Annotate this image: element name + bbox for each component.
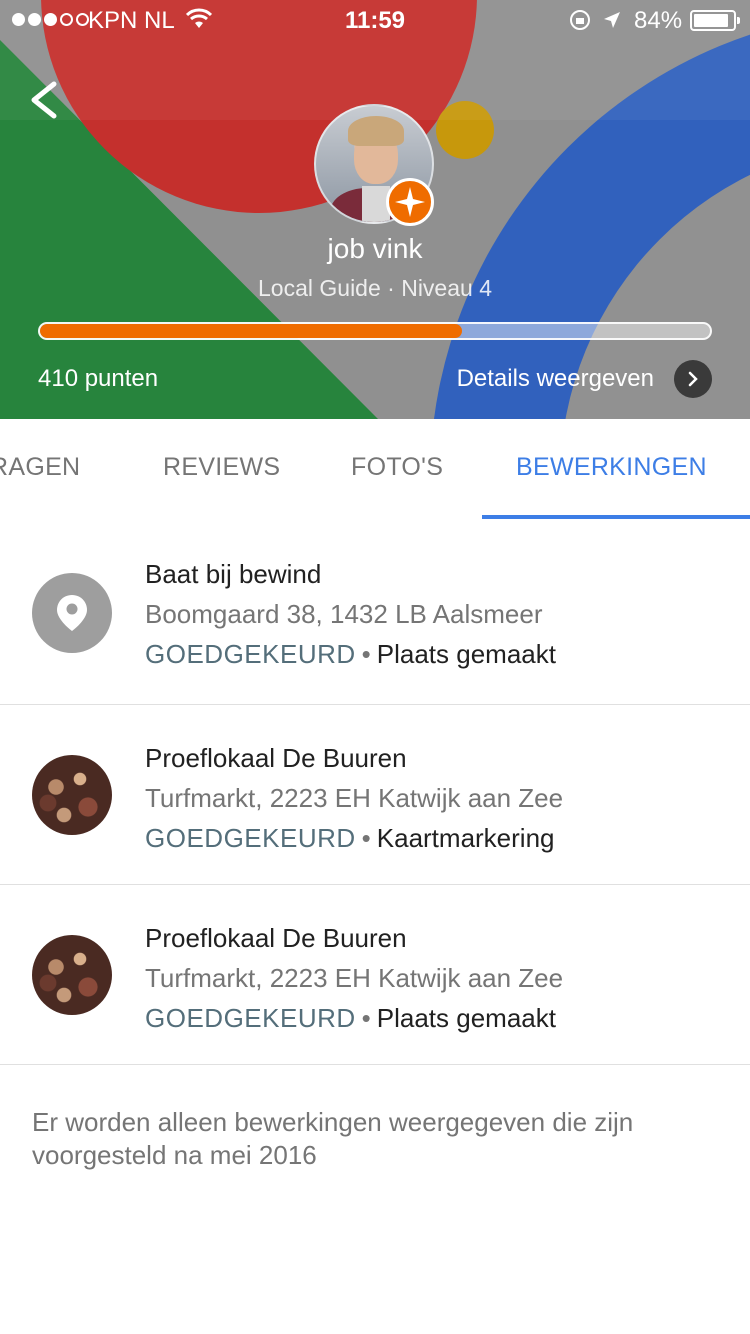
user-name: job vink <box>327 233 423 264</box>
place-photo-thumbnail <box>32 935 112 1015</box>
edit-address: Turfmarkt, 2223 EH Katwijk aan Zee <box>145 783 564 813</box>
local-guide-badge-icon <box>386 178 434 226</box>
battery-fill <box>694 14 728 27</box>
user-level: Local Guide · Niveau 4 <box>258 275 492 301</box>
level-progress-bar <box>38 322 712 340</box>
edit-address: Turfmarkt, 2223 EH Katwijk aan Zee <box>145 963 564 993</box>
level-progress-fill <box>40 324 463 338</box>
edit-status-line: GOEDGEKEURD • Plaats gemaakt <box>145 639 556 670</box>
list-item[interactable]: Baat bij bewind Boomgaard 38, 1432 LB Aa… <box>0 519 750 705</box>
separator-dot: • <box>361 823 371 853</box>
list-item[interactable]: Proeflokaal De Buuren Turfmarkt, 2223 EH… <box>0 705 750 885</box>
edit-status-line: GOEDGEKEURD • Plaats gemaakt <box>145 1003 556 1034</box>
back-button[interactable] <box>22 72 72 128</box>
tab-reviews[interactable]: REVIEWS <box>163 453 280 482</box>
edit-title: Proeflokaal De Buuren <box>145 743 407 773</box>
location-services-icon <box>604 12 620 28</box>
tab-vragen[interactable]: RAGEN <box>0 453 80 482</box>
points-count: 410 punten <box>38 365 159 392</box>
tab-fotos[interactable]: FOTO'S <box>351 453 443 482</box>
edit-status: GOEDGEKEURD <box>145 1003 356 1033</box>
location-pin-icon <box>32 573 112 653</box>
rotation-lock-icon <box>570 10 590 30</box>
edit-kind: Plaats gemaakt <box>376 639 556 669</box>
edit-kind: Plaats gemaakt <box>376 1003 556 1033</box>
edit-status-line: GOEDGEKEURD • Kaartmarkering <box>145 823 555 854</box>
battery-icon <box>690 10 740 31</box>
details-link-label: Details weergeven <box>456 365 654 392</box>
edits-list: Baat bij bewind Boomgaard 38, 1432 LB Aa… <box>0 519 750 1065</box>
profile-avatar[interactable] <box>314 104 434 226</box>
separator-dot: • <box>361 639 371 669</box>
details-link[interactable]: Details weergeven <box>457 360 712 398</box>
edit-status: GOEDGEKEURD <box>145 823 356 853</box>
edit-title: Proeflokaal De Buuren <box>145 923 407 953</box>
edits-footnote: Er worden alleen bewerkingen weergegeven… <box>32 1107 634 1170</box>
list-item[interactable]: Proeflokaal De Buuren Turfmarkt, 2223 EH… <box>0 885 750 1065</box>
chevron-right-icon <box>674 360 712 398</box>
edit-kind: Kaartmarkering <box>376 823 555 853</box>
place-photo-thumbnail <box>32 755 112 835</box>
battery-percentage: 84% <box>634 7 683 34</box>
separator-dot: • <box>361 1003 371 1033</box>
profile-header: KPN NL 11:59 84% job vink Local Guide · … <box>0 0 750 419</box>
tab-bewerkingen[interactable]: BEWERKINGEN <box>516 453 707 482</box>
edit-status: GOEDGEKEURD <box>145 639 356 669</box>
status-bar: KPN NL 11:59 84% <box>0 0 750 40</box>
tab-bar: RAGEN REVIEWS FOTO'S BEWERKINGEN <box>0 419 750 519</box>
edit-address: Boomgaard 38, 1432 LB Aalsmeer <box>145 599 543 629</box>
edit-title: Baat bij bewind <box>145 559 322 589</box>
